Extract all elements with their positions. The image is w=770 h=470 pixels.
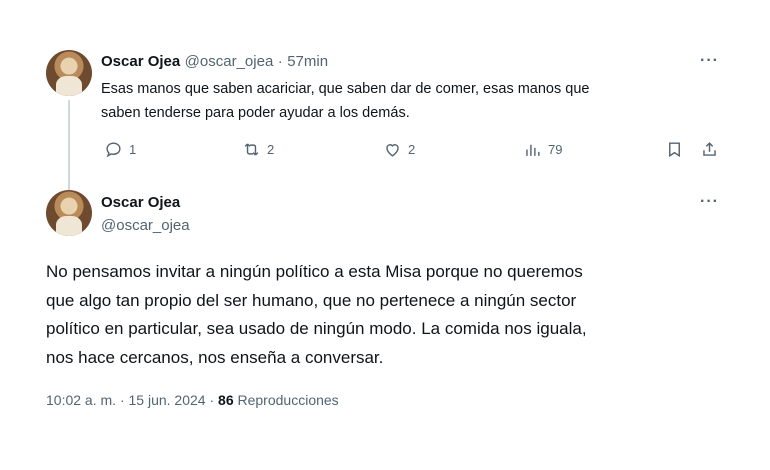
tweet2-meta: 10:02 a. m. · 15 jun. 2024 · 86 Reproduc… xyxy=(46,392,339,408)
tweet1-text-line: Esas manos que saben acariciar, que sabe… xyxy=(101,81,590,97)
reply-button[interactable]: 1 xyxy=(104,140,136,159)
tweet2-text-line: nos hace cercanos, nos enseña a conversa… xyxy=(46,347,384,367)
author-name[interactable]: Oscar Ojea xyxy=(101,194,190,211)
tweet-time[interactable]: 57min xyxy=(287,53,328,70)
tweet1-header: Oscar Ojea @oscar_ojea · 57min xyxy=(101,53,328,71)
thread-connector-line xyxy=(68,100,70,190)
tweet2-text: No pensamos invitar a ningún político a … xyxy=(46,258,706,372)
author-handle[interactable]: @oscar_ojea xyxy=(185,53,274,70)
views-count: 79 xyxy=(548,142,563,157)
tweet2-text-line: que algo tan propio del ser humano, que … xyxy=(46,290,577,310)
tweet2-header: Oscar Ojea @oscar_ojea xyxy=(101,194,190,234)
share-button[interactable] xyxy=(700,140,719,159)
share-icon xyxy=(703,142,716,156)
views-label: Reproducciones xyxy=(237,392,339,408)
tweet2-text-line: No pensamos invitar a ningún político a … xyxy=(46,262,583,281)
tweet2-text-line: político en particular, sea usado de nin… xyxy=(46,319,587,338)
views-button[interactable]: 79 xyxy=(523,140,562,159)
tweet1-text-line: saben tenderse para poder ayudar a los d… xyxy=(101,105,410,121)
more-icon[interactable]: ··· xyxy=(700,52,719,70)
tweet1-text: Esas manos que saben acariciar, que sabe… xyxy=(101,77,701,125)
tweet-date[interactable]: 15 jun. 2024 xyxy=(129,392,206,408)
bookmark-button[interactable] xyxy=(665,140,684,159)
like-button[interactable]: 2 xyxy=(383,140,415,159)
retweet-button[interactable]: 2 xyxy=(242,140,274,159)
more-icon[interactable]: ··· xyxy=(700,193,719,211)
author-handle[interactable]: @oscar_ojea xyxy=(101,217,190,234)
views-count: 86 xyxy=(218,392,234,408)
separator-dot: · xyxy=(277,53,283,70)
retweet-icon xyxy=(244,143,259,156)
reply-count: 1 xyxy=(129,142,137,157)
separator-dot: · xyxy=(119,392,125,408)
like-icon xyxy=(386,144,399,157)
reply-icon xyxy=(106,142,121,158)
tweet1-actions: 1 2 2 79 xyxy=(100,140,720,164)
avatar[interactable] xyxy=(46,190,92,236)
author-name[interactable]: Oscar Ojea xyxy=(101,53,180,70)
like-count: 2 xyxy=(408,142,416,157)
avatar[interactable] xyxy=(46,50,92,96)
bookmark-icon xyxy=(669,142,680,158)
views-icon xyxy=(526,144,540,156)
tweet-time[interactable]: 10:02 a. m. xyxy=(46,392,116,408)
retweet-count: 2 xyxy=(267,142,275,157)
separator-dot: · xyxy=(209,392,215,408)
